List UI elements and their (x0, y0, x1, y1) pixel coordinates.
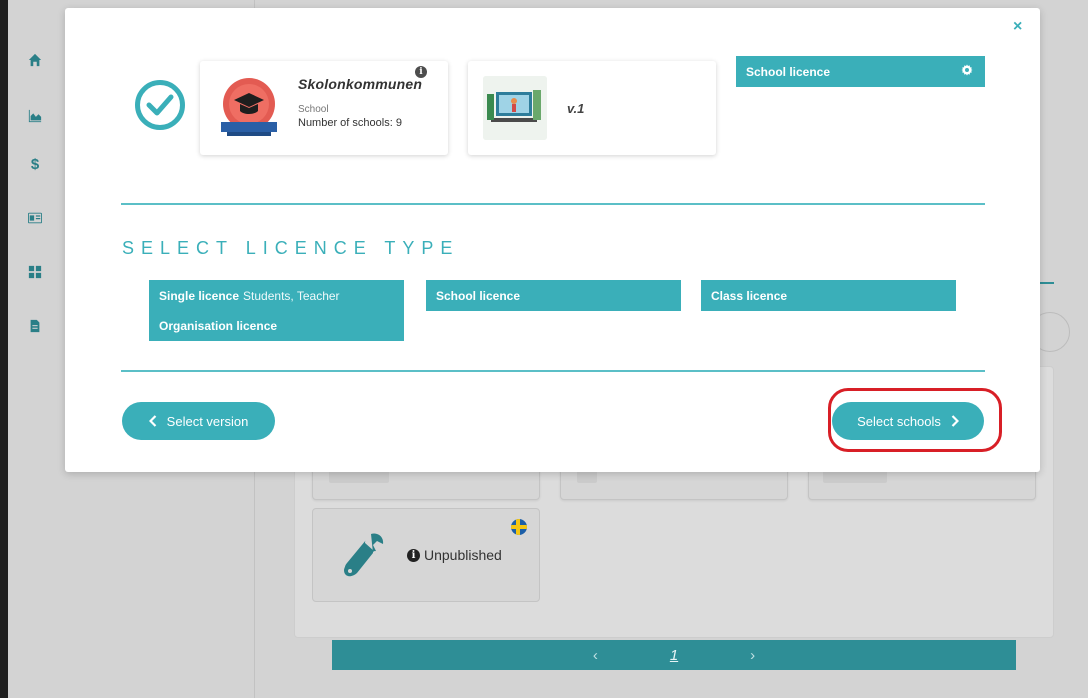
section-title: SELECT LICENCE TYPE (122, 238, 460, 258)
document-icon[interactable] (27, 318, 43, 334)
version-card: v.1 (468, 61, 716, 155)
organisation-licence-button[interactable]: Organisation licence (149, 310, 404, 341)
selected-licence-label: School licence (746, 64, 831, 79)
version-thumbnail (483, 76, 547, 140)
class-licence-button[interactable]: Class licence (701, 280, 956, 311)
footer-divider (121, 370, 985, 372)
pagination-next[interactable]: › (750, 647, 755, 664)
schools-count: Number of schools: 9 (298, 117, 402, 129)
pagination-page[interactable]: 1 (670, 647, 678, 664)
selected-licence-pill: School licence (736, 56, 985, 87)
chevron-left-icon (148, 415, 156, 427)
id-card-icon[interactable] (27, 210, 43, 226)
tab-underline (1038, 282, 1054, 284)
status-label: Unpublished (424, 547, 502, 563)
close-button[interactable]: × (1013, 18, 1022, 36)
dollar-icon[interactable]: $ (27, 156, 43, 173)
single-licence-button[interactable]: Single licence Students, Teacher (149, 280, 404, 311)
organisation-type: School (298, 104, 329, 115)
organisation-name: Skolonkommunen (298, 76, 423, 92)
wrench-icon (344, 533, 384, 577)
home-icon[interactable] (27, 52, 43, 68)
area-chart-icon[interactable] (27, 108, 43, 124)
pagination-prev[interactable]: ‹ (593, 647, 598, 664)
organisation-card: Skolonkommunen School Number of schools:… (200, 61, 448, 155)
version-label: v.1 (567, 101, 585, 116)
select-version-button[interactable]: Select version (122, 402, 275, 440)
gear-icon[interactable] (961, 64, 973, 76)
window-edge (0, 0, 8, 698)
pagination: ‹ 1 › (332, 640, 1016, 670)
section-divider (121, 203, 985, 205)
info-icon: i (407, 548, 420, 562)
organisation-logo (221, 78, 277, 136)
licence-modal: × Skolonkommunen School Number of school… (65, 8, 1040, 472)
highlight-annotation (828, 388, 1002, 452)
info-icon[interactable]: i (415, 66, 427, 78)
school-licence-button[interactable]: School licence (426, 280, 681, 311)
tool-card-unpublished[interactable]: i Unpublished (312, 508, 540, 602)
grid-icon[interactable] (27, 264, 43, 280)
check-circle-icon (135, 80, 185, 130)
sweden-flag-icon (511, 519, 527, 535)
